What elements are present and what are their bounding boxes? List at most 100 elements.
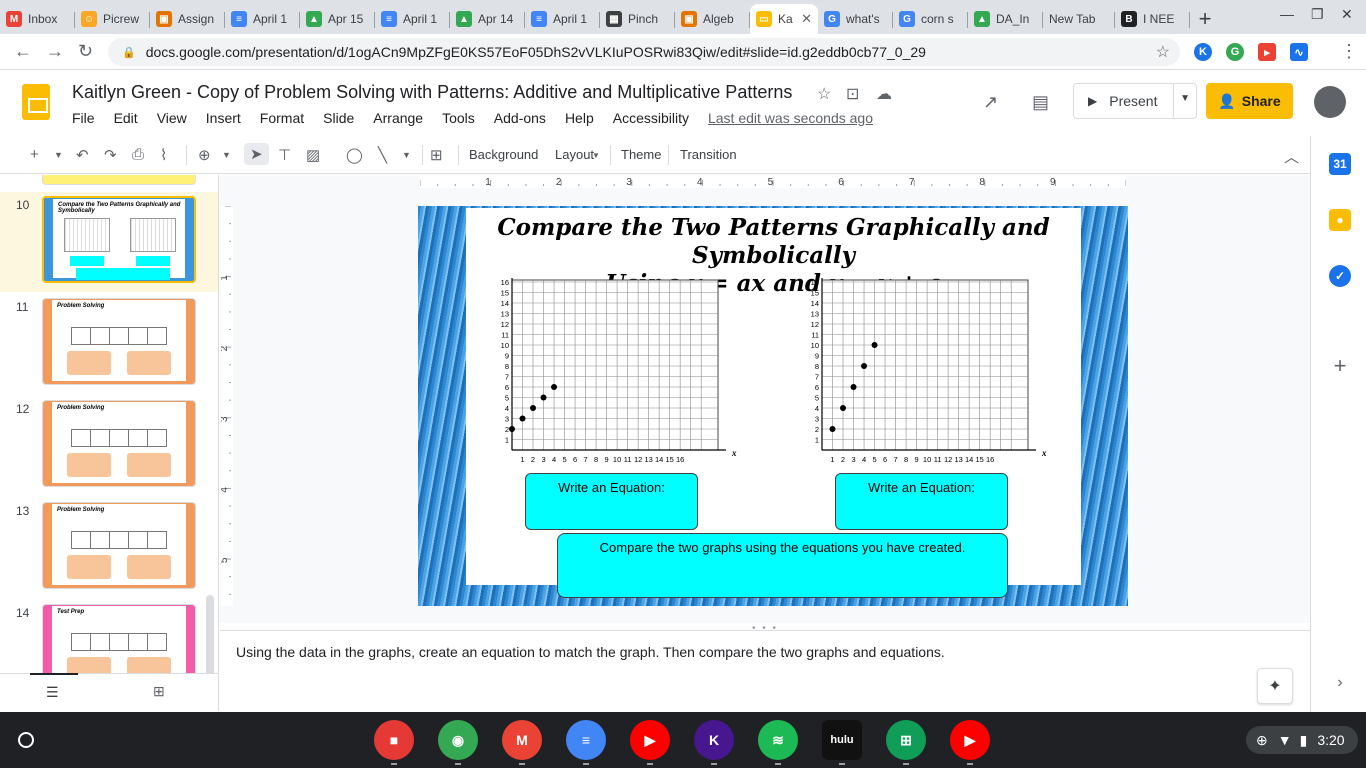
minimize-icon[interactable]: — (1280, 6, 1294, 22)
theme-button[interactable]: Theme (621, 147, 661, 162)
screencastify-app-icon[interactable]: ■ (374, 720, 414, 760)
shape-icon[interactable]: ◯ (346, 146, 363, 164)
docs-app-icon[interactable]: ≡ (566, 720, 606, 760)
browser-tab[interactable]: ▲ Apr 15 (300, 4, 375, 34)
cloud-status-icon[interactable]: ☁ (876, 84, 892, 104)
last-edit-link[interactable]: Last edit was seconds ago (708, 110, 873, 126)
back-icon[interactable]: ← (14, 41, 32, 62)
browser-tab[interactable]: ≡ April 1 (525, 4, 600, 34)
chevron-down-icon[interactable]: ▼ (592, 151, 600, 160)
browser-tab[interactable]: B I NEE (1115, 4, 1190, 34)
slides-logo-icon[interactable] (22, 84, 50, 120)
kami-extension-icon[interactable]: K (1194, 43, 1212, 61)
insert-comment-icon[interactable]: ⊞ (430, 146, 443, 164)
menu-item-help[interactable]: Help (565, 110, 594, 126)
menu-item-slide[interactable]: Slide (323, 110, 354, 126)
browser-tab[interactable]: ▣ Algeb (675, 4, 750, 34)
share-button[interactable]: 👤 Share (1206, 83, 1293, 119)
slide-thumbnail[interactable]: Problem Solving (42, 400, 196, 487)
browser-tab[interactable]: ▲ Apr 14 (450, 4, 525, 34)
chevron-down-icon[interactable]: ▼ (402, 150, 411, 160)
chevron-down-icon[interactable]: ▼ (1180, 93, 1190, 104)
equation-box-left[interactable]: Write an Equation: (525, 473, 698, 530)
menu-item-arrange[interactable]: Arrange (373, 110, 423, 126)
browser-tab[interactable]: ☺ Picrew (75, 4, 150, 34)
menu-item-insert[interactable]: Insert (206, 110, 241, 126)
star-icon[interactable]: ☆ (817, 84, 831, 104)
compare-box[interactable]: Compare the two graphs using the equatio… (557, 533, 1008, 598)
filmstrip-scrollbar[interactable] (206, 595, 214, 673)
browser-tab[interactable]: ▲ DA_In (968, 4, 1043, 34)
browser-tab[interactable]: Gwhat's (818, 4, 893, 34)
print-icon[interactable]: ⎙ (132, 146, 144, 163)
undo-icon[interactable]: ↶ (76, 146, 89, 164)
slide-thumbnail-partial[interactable] (42, 175, 196, 185)
youtube-music-app-icon[interactable]: ▶ (950, 720, 990, 760)
move-folder-icon[interactable]: ⊡ (846, 84, 859, 104)
expand-panel-icon[interactable]: › (1329, 672, 1351, 694)
speaker-notes[interactable]: Using the data in the graphs, create an … (220, 630, 1310, 712)
slide-thumbnail[interactable]: Compare the Two Patterns Graphically and… (42, 196, 196, 283)
browser-tab[interactable]: ▦ Pinch (600, 4, 675, 34)
browser-tab[interactable]: New Tab (1043, 4, 1115, 34)
activity-trend-icon[interactable]: ↗ (983, 92, 998, 113)
insert-image-icon[interactable]: ▨ (306, 146, 320, 164)
keep-icon[interactable]: ● (1329, 209, 1351, 231)
status-tray[interactable]: ⊕ ▼ ▮ 3:20 (1246, 726, 1358, 754)
sheets-app-icon[interactable]: ⊞ (886, 720, 926, 760)
new-slide-icon[interactable]: + (30, 146, 39, 163)
present-button[interactable]: ▶ Present ▼ (1073, 83, 1197, 119)
omnibox[interactable]: 🔒 docs.google.com/presentation/d/1ogACn9… (108, 38, 1180, 66)
youtube-app-icon[interactable]: ▶ (630, 720, 670, 760)
slide-thumbnail-row[interactable]: 10 Compare the Two Patterns Graphically a… (0, 192, 218, 292)
browser-tab[interactable]: Gcorn s (893, 4, 968, 34)
slide-thumbnail-row[interactable]: 13 Problem Solving (0, 498, 218, 598)
launcher-icon[interactable] (18, 732, 34, 748)
grammarly-extension-icon[interactable]: G (1226, 43, 1244, 61)
bookmark-star-icon[interactable]: ☆ (1156, 42, 1170, 62)
horizontal-ruler[interactable]: 1 2 3 4 5 6 7 8 9 (420, 176, 1126, 188)
slide-thumbnail[interactable]: Problem Solving (42, 502, 196, 589)
close-tab-icon[interactable]: ✕ (801, 11, 812, 27)
kahoot-app-icon[interactable]: K (694, 720, 734, 760)
grid-view-icon[interactable]: ⊞ (153, 683, 165, 700)
extension-icon[interactable]: ∿ (1290, 43, 1308, 61)
slide-thumbnail-row[interactable]: 11 Problem Solving (0, 294, 218, 394)
graph-right[interactable]: 1 2 3 4 5 6 7 8 9 10 11 12 13 14 15 1612345678910111213… (810, 278, 1050, 468)
avatar[interactable] (1314, 86, 1346, 118)
vertical-ruler[interactable]: 1 2 3 4 5 (221, 206, 233, 606)
graph-left[interactable]: 1 2 3 4 5 6 7 8 9 10 11 12 13 14 15 1612345678910111213… (500, 278, 740, 468)
layout-button[interactable]: Layout (555, 147, 594, 162)
text-box-icon[interactable]: ⊤ (278, 146, 291, 164)
slide-thumbnail-row[interactable]: 12 Problem Solving (0, 396, 218, 496)
chrome-app-icon[interactable]: ◉ (438, 720, 478, 760)
explore-button[interactable]: ✦ (1257, 668, 1293, 704)
collapse-toolbar-icon[interactable]: ︿ (1284, 146, 1299, 167)
select-cursor-icon[interactable]: ➤ (244, 143, 269, 165)
browser-tab[interactable]: ≡ April 1 (375, 4, 450, 34)
calendar-icon[interactable]: 31 (1329, 153, 1351, 175)
menu-item-edit[interactable]: Edit (114, 110, 138, 126)
slide-thumbnail-row[interactable]: 14 Test Prep (0, 600, 218, 673)
browser-tab[interactable]: ▭ Ka ✕ (750, 4, 818, 34)
menu-item-file[interactable]: File (72, 110, 95, 126)
spotify-app-icon[interactable]: ≋ (758, 720, 798, 760)
tasks-icon[interactable]: ✓ (1329, 265, 1351, 287)
browser-menu-icon[interactable]: ⋮ (1340, 41, 1358, 62)
hulu-app-icon[interactable]: hulu (822, 720, 862, 760)
speaker-notes-text[interactable]: Using the data in the graphs, create an … (236, 644, 945, 660)
menu-item-tools[interactable]: Tools (442, 110, 475, 126)
menu-item-format[interactable]: Format (260, 110, 304, 126)
browser-tab[interactable]: M Inbox (0, 4, 75, 34)
close-window-icon[interactable]: ✕ (1341, 6, 1353, 23)
document-title[interactable]: Kaitlyn Green - Copy of Problem Solving … (72, 82, 792, 103)
menu-item-view[interactable]: View (157, 110, 187, 126)
paint-format-icon[interactable]: ⌇ (160, 146, 167, 164)
comments-icon[interactable]: ▤ (1032, 92, 1049, 113)
browser-tab[interactable]: ▣ Assign (150, 4, 225, 34)
menu-item-accessibility[interactable]: Accessibility (613, 110, 689, 126)
equation-box-right[interactable]: Write an Equation: (835, 473, 1008, 530)
list-view-icon[interactable]: ☰ (46, 684, 59, 701)
zoom-icon[interactable]: ⊕ (198, 146, 211, 164)
background-button[interactable]: Background (469, 147, 538, 162)
